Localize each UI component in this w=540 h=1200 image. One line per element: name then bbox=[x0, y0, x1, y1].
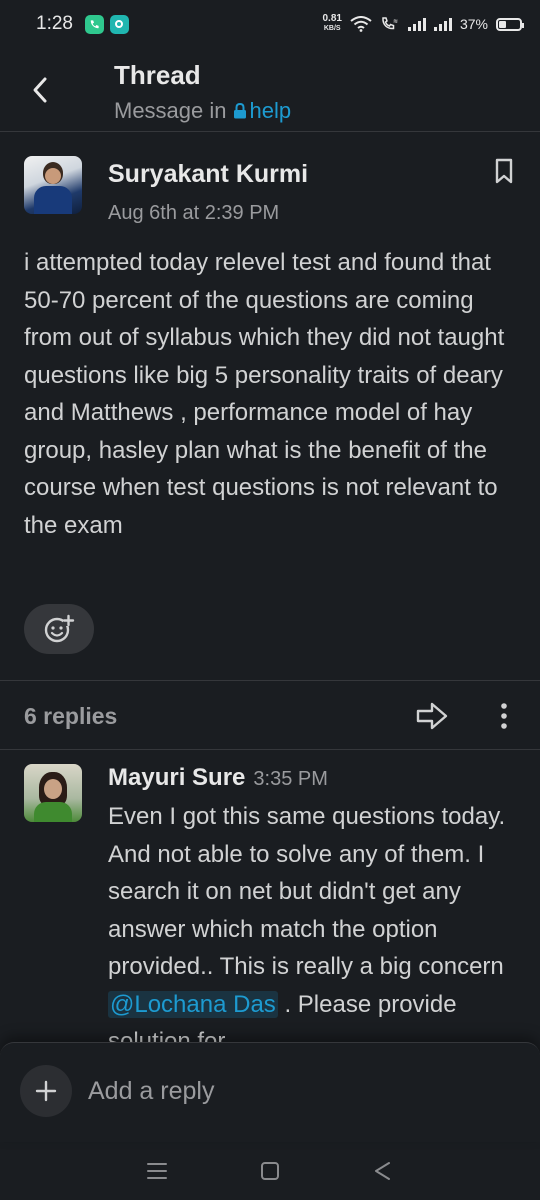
add-reaction-icon bbox=[44, 614, 75, 643]
subtitle-prefix: Message in bbox=[114, 98, 227, 123]
status-time: 1:28 bbox=[36, 13, 73, 34]
network-speed-value: 0.81 bbox=[322, 13, 342, 24]
thread-header: Thread Message in help bbox=[0, 48, 540, 132]
page-title: Thread bbox=[114, 60, 201, 90]
reply-author[interactable]: Mayuri Sure bbox=[108, 764, 245, 792]
channel-link[interactable]: help bbox=[233, 98, 292, 124]
battery-percent: 37% bbox=[459, 16, 488, 32]
user-mention[interactable]: @Lochana Das bbox=[108, 990, 278, 1018]
menu-icon bbox=[146, 1163, 167, 1179]
back-triangle-icon bbox=[375, 1162, 391, 1180]
reply-text: Even I got this same questions today. An… bbox=[108, 798, 518, 1042]
plus-icon bbox=[35, 1080, 57, 1102]
back-nav-button[interactable] bbox=[363, 1151, 403, 1191]
svg-text:≋: ≋ bbox=[393, 18, 398, 25]
reply-input[interactable] bbox=[88, 1071, 508, 1111]
avatar[interactable] bbox=[24, 764, 82, 822]
avatar[interactable] bbox=[24, 156, 82, 214]
parent-message: Suryakant Kurmi Aug 6th at 2:39 PM i att… bbox=[0, 132, 540, 672]
reply-time: 3:35 PM bbox=[253, 768, 328, 790]
reply-message: Mayuri Sure 3:35 PM Even I got this same… bbox=[0, 750, 540, 1042]
share-button[interactable] bbox=[414, 699, 450, 733]
recent-apps-button[interactable] bbox=[137, 1151, 177, 1191]
battery-icon bbox=[496, 17, 524, 31]
reply-composer bbox=[0, 1042, 540, 1142]
phone-app-icon bbox=[84, 14, 104, 34]
status-bar: 1:28 0.81 KB/S ≋ 37% bbox=[0, 0, 540, 48]
message-author[interactable]: Suryakant Kurmi bbox=[108, 160, 308, 189]
add-attachment-button[interactable] bbox=[20, 1065, 72, 1117]
home-square-icon bbox=[260, 1162, 279, 1180]
chevron-left-icon bbox=[33, 77, 47, 103]
reply-text-before: Even I got this same questions today. An… bbox=[108, 803, 506, 980]
bookmark-icon bbox=[495, 158, 513, 184]
channel-name: help bbox=[249, 98, 292, 123]
vertical-ellipsis-icon bbox=[501, 703, 507, 729]
home-button[interactable] bbox=[250, 1151, 290, 1191]
notification-app-icon bbox=[109, 14, 129, 34]
network-speed: 0.81 KB/S bbox=[323, 14, 342, 34]
bookmark-button[interactable] bbox=[490, 156, 518, 186]
message-text: i attempted today relevel test and found… bbox=[24, 249, 505, 539]
volte-call-icon: ≋ bbox=[382, 17, 398, 30]
status-indicators: 0.81 KB/S ≋ 37% bbox=[323, 14, 524, 34]
reply-header: Mayuri Sure 3:35 PM bbox=[108, 764, 328, 792]
back-button[interactable] bbox=[22, 70, 58, 110]
signal-strength-2-icon bbox=[433, 17, 452, 31]
system-nav-bar bbox=[0, 1142, 540, 1200]
lock-icon bbox=[233, 103, 246, 119]
battery-fill bbox=[499, 20, 507, 28]
replies-count: 6 replies bbox=[24, 703, 118, 729]
arrow-right-icon bbox=[416, 702, 448, 730]
replies-bar: 6 replies bbox=[0, 680, 540, 750]
header-subtitle: Message in help bbox=[114, 98, 291, 124]
more-options-button[interactable] bbox=[492, 697, 516, 735]
wifi-icon bbox=[350, 16, 372, 32]
message-timestamp: Aug 6th at 2:39 PM bbox=[108, 202, 280, 224]
signal-strength-1-icon bbox=[407, 17, 426, 31]
add-reaction-button[interactable] bbox=[24, 604, 94, 654]
network-speed-unit: KB/S bbox=[323, 25, 341, 32]
